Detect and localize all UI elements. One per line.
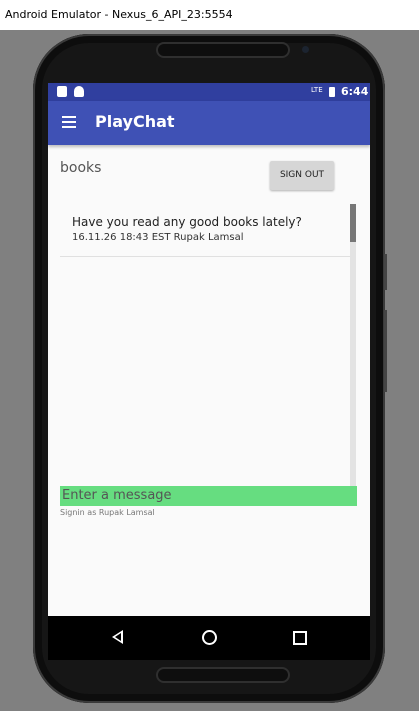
volume-button[interactable]	[384, 310, 387, 392]
message-item[interactable]: Have you read any good books lately? 16.…	[60, 204, 356, 257]
scrollbar-thumb[interactable]	[350, 204, 356, 242]
recent-apps-icon[interactable]	[293, 631, 307, 645]
signal-icon: LTE	[311, 86, 323, 94]
battery-icon	[329, 87, 335, 97]
status-bar: LTE 6:44	[48, 83, 370, 101]
home-icon[interactable]	[202, 630, 217, 645]
bottom-speaker	[158, 669, 288, 681]
message-input[interactable]: Enter a message	[60, 486, 357, 506]
android-icon	[74, 86, 84, 97]
app-toolbar: PlayChat	[48, 101, 370, 145]
emulator-window-title: Android Emulator - Nexus_6_API_23:5554	[0, 0, 419, 30]
message-meta: 16.11.26 18:43 EST Rupak Lamsal	[72, 232, 244, 243]
status-time: 6:44	[341, 85, 369, 98]
message-text: Have you read any good books lately?	[72, 215, 302, 229]
device-screen: LTE 6:44 PlayChat books SIGN OUT Have yo…	[48, 83, 370, 660]
notification-icon	[57, 86, 67, 97]
top-speaker	[158, 44, 288, 56]
front-camera	[302, 46, 309, 53]
app-title: PlayChat	[95, 112, 175, 131]
menu-icon[interactable]	[62, 116, 76, 128]
signin-status: Signin as Rupak Lamsal	[60, 508, 155, 517]
power-button[interactable]	[384, 254, 387, 290]
navigation-bar	[48, 616, 370, 660]
back-icon[interactable]	[112, 630, 123, 644]
message-list[interactable]: Have you read any good books lately? 16.…	[60, 204, 356, 486]
room-name: books	[60, 160, 102, 176]
sign-out-button[interactable]: SIGN OUT	[270, 161, 334, 190]
scrollbar-track[interactable]	[350, 204, 356, 486]
